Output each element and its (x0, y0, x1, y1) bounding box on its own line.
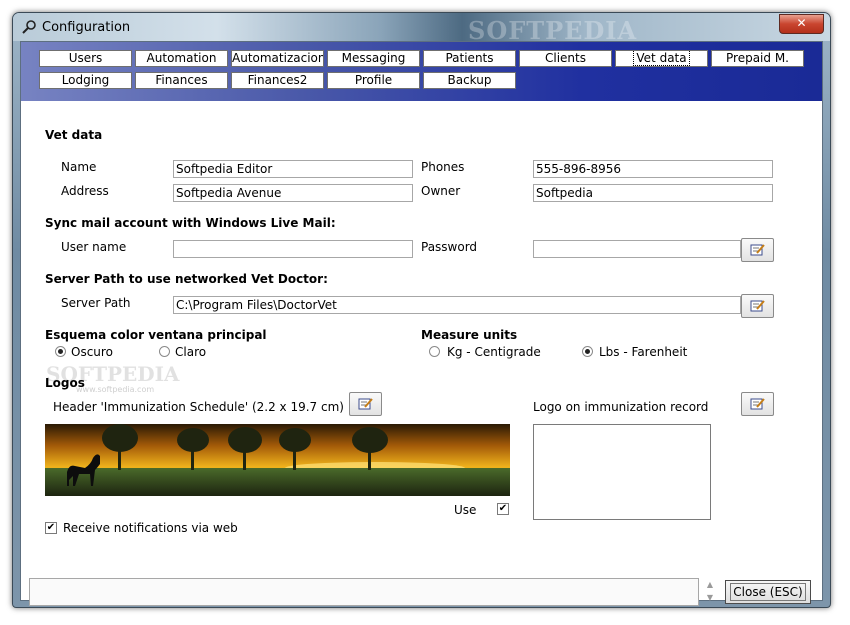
kg-centigrade-label: Kg - Centigrade (447, 345, 541, 359)
radio-claro[interactable] (159, 346, 170, 357)
address-label: Address (61, 184, 109, 198)
oscuro-label: Oscuro (71, 345, 113, 359)
tab-messaging[interactable]: Messaging (327, 50, 420, 67)
immunization-logo-box[interactable] (533, 424, 711, 520)
radio-oscuro[interactable] (55, 346, 66, 357)
address-field[interactable]: Softpedia Avenue (173, 184, 413, 202)
server-path-field[interactable]: C:\Program Files\DoctorVet (173, 296, 741, 314)
tab-vet-data[interactable]: Vet data (615, 50, 708, 67)
tab-bar: Users Automation Automatizacion2 Messagi… (21, 42, 822, 101)
window-title: Configuration (42, 20, 131, 35)
title-bar[interactable]: Configuration SOFTPEDIA ✕ (13, 13, 830, 45)
client-area: Users Automation Automatizacion2 Messagi… (20, 41, 823, 606)
color-scheme-heading: Esquema color ventana principal (45, 328, 267, 342)
name-label: Name (61, 160, 97, 174)
window-close-button[interactable]: ✕ (779, 14, 824, 34)
softpedia-watermark-url: www.softpedia.com (76, 385, 155, 394)
tab-finances[interactable]: Finances (135, 72, 228, 89)
tab-prepaid-m[interactable]: Prepaid M. (711, 50, 804, 67)
tab-backup[interactable]: Backup (423, 72, 516, 89)
header-logo-label: Header 'Immunization Schedule' (2.2 x 19… (53, 400, 344, 414)
spin-down-icon[interactable]: ▼ (704, 591, 716, 604)
tab-lodging[interactable]: Lodging (39, 72, 132, 89)
edit-note-icon (750, 244, 765, 256)
tab-users[interactable]: Users (39, 50, 132, 67)
configuration-window: Configuration SOFTPEDIA ✕ Users Automati… (12, 12, 831, 608)
username-label: User name (61, 240, 127, 254)
edit-note-icon (750, 398, 765, 410)
tab-clients[interactable]: Clients (519, 50, 612, 67)
immunization-logo-edit-button[interactable] (741, 392, 774, 416)
tab-automatizacion2[interactable]: Automatizacion2 (231, 50, 324, 67)
radio-kg-centigrade[interactable] (429, 346, 440, 357)
scroll-spinner[interactable]: ▲ ▼ (704, 578, 716, 606)
phones-label: Phones (421, 160, 465, 174)
measure-units-heading: Measure units (421, 328, 518, 342)
use-label: Use (454, 503, 477, 517)
use-checkbox[interactable]: ✔ (497, 503, 509, 515)
server-path-edit-button[interactable] (741, 294, 774, 318)
sync-heading: Sync mail account with Windows Live Mail… (45, 216, 336, 230)
notifications-label: Receive notifications via web (63, 521, 238, 535)
header-logo-edit-button[interactable] (349, 392, 382, 416)
edit-note-icon (358, 398, 373, 410)
status-bar (29, 578, 699, 606)
header-logo-image[interactable] (45, 424, 510, 496)
claro-label: Claro (175, 345, 207, 359)
tab-profile[interactable]: Profile (327, 72, 420, 89)
immunization-logo-label: Logo on immunization record (533, 400, 709, 414)
server-heading: Server Path to use networked Vet Doctor: (45, 272, 328, 286)
radio-lbs-farenheit[interactable] (582, 346, 593, 357)
password-label: Password (421, 240, 478, 254)
sync-edit-button[interactable] (741, 238, 774, 262)
tab-patients[interactable]: Patients (423, 50, 516, 67)
logos-heading: Logos (45, 376, 85, 390)
username-field[interactable] (173, 240, 413, 258)
wrench-icon (22, 20, 36, 34)
tab-finances2[interactable]: Finances2 (231, 72, 324, 89)
spin-up-icon[interactable]: ▲ (704, 578, 716, 591)
notifications-checkbox[interactable]: ✔ (45, 522, 57, 534)
phones-field[interactable]: 555-896-8956 (533, 160, 773, 178)
owner-label: Owner (421, 184, 461, 198)
owner-field[interactable]: Softpedia (533, 184, 773, 202)
close-esc-button[interactable]: Close (ESC) (725, 580, 811, 604)
lbs-farenheit-label: Lbs - Farenheit (599, 345, 688, 359)
tab-automation[interactable]: Automation (135, 50, 228, 67)
edit-note-icon (750, 300, 765, 312)
vet-data-heading: Vet data (45, 128, 103, 142)
name-field[interactable]: Softpedia Editor (173, 160, 413, 178)
password-field[interactable] (533, 240, 741, 258)
server-path-label: Server Path (61, 296, 131, 310)
